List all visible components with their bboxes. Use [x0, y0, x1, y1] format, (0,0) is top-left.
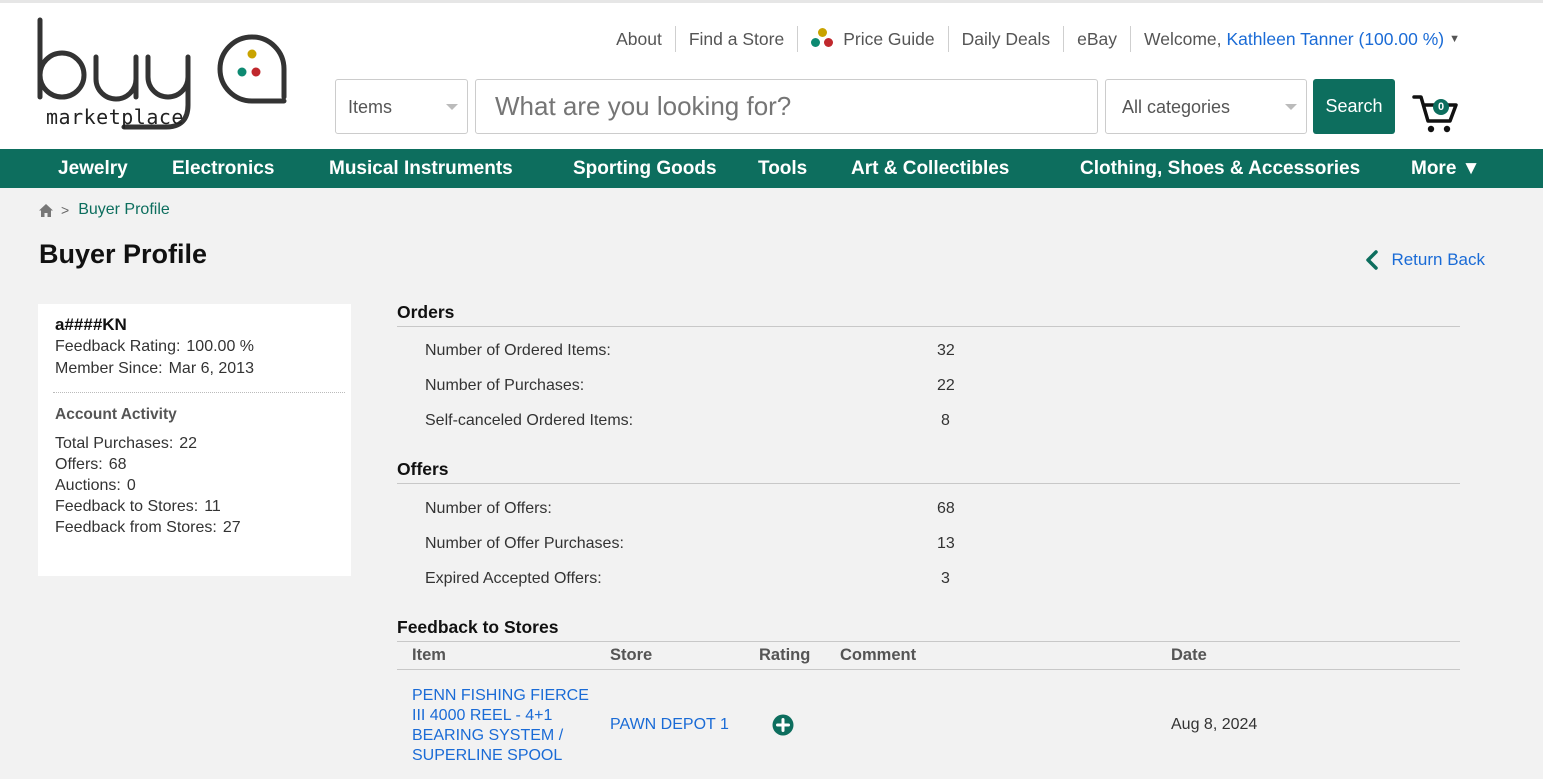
price-guide-icon — [811, 28, 835, 50]
stat-label: Number of Purchases: — [425, 377, 585, 394]
nav-musical-instruments[interactable]: Musical Instruments — [329, 149, 513, 188]
stat-value: 8 — [941, 412, 950, 429]
cart-button[interactable]: 0 — [1412, 93, 1462, 135]
card-divider — [53, 392, 345, 393]
activity-label: Feedback from Stores: — [55, 519, 217, 536]
search-input[interactable] — [475, 79, 1098, 134]
feedback-item-link[interactable]: PENN FISHING FIERCE III 4000 REEL - 4+1 … — [412, 686, 602, 766]
profile-card: a####KN Feedback Rating: 100.00 % Member … — [38, 304, 351, 576]
ebay-link[interactable]: eBay — [1063, 26, 1130, 52]
return-back-label: Return Back — [1391, 250, 1485, 269]
category-nav: Jewelry Electronics Musical Instruments … — [0, 149, 1543, 188]
search-scope-value: Items — [348, 97, 393, 117]
activity-label: Auctions: — [55, 477, 121, 494]
caret-down-icon: ▼ — [1449, 33, 1460, 45]
feedback-heading: Feedback to Stores — [397, 617, 1460, 642]
stat-label: Expired Accepted Offers: — [425, 570, 602, 587]
feedback-rating-value: 100.00 % — [186, 338, 255, 355]
table-header-divider — [397, 669, 1460, 670]
home-icon[interactable] — [38, 203, 54, 218]
nav-more[interactable]: More ▼ — [1411, 149, 1480, 188]
stat-label: Number of Ordered Items: — [425, 342, 611, 359]
price-guide-link[interactable]: Price Guide — [797, 26, 947, 52]
activity-row: Feedback from Stores: 27 — [55, 517, 334, 538]
user-name-link[interactable]: Kathleen Tanner (100.00 %) — [1227, 26, 1445, 52]
feedback-rating-label: Feedback Rating: — [55, 338, 181, 355]
find-store-link[interactable]: Find a Store — [674, 26, 797, 52]
category-select-value: All categories — [1122, 97, 1231, 117]
member-since-row: Member Since: Mar 6, 2013 — [55, 358, 334, 380]
logo-subtitle: marketplace — [46, 105, 184, 129]
activity-label: Feedback to Stores: — [55, 498, 199, 515]
activity-value: 22 — [179, 435, 198, 452]
column-header-item: Item — [412, 646, 446, 664]
member-since-value: Mar 6, 2013 — [168, 360, 254, 377]
feedback-store-link[interactable]: PAWN DEPOT 1 — [610, 716, 729, 734]
breadcrumb-separator: > — [61, 202, 70, 218]
activity-row: Feedback to Stores: 11 — [55, 496, 334, 517]
feedback-date: Aug 8, 2024 — [1171, 716, 1258, 733]
breadcrumb-current: Buyer Profile — [78, 201, 170, 218]
activity-value: 11 — [204, 498, 221, 515]
stat-value: 3 — [941, 570, 950, 587]
feedback-rating-row: Feedback Rating: 100.00 % — [55, 336, 334, 358]
activity-value: 0 — [126, 477, 136, 494]
nav-clothing-shoes-accessories[interactable]: Clothing, Shoes & Accessories — [1080, 149, 1360, 188]
activity-row: Offers: 68 — [55, 454, 334, 475]
member-since-label: Member Since: — [55, 360, 163, 377]
stat-value: 32 — [937, 342, 955, 359]
return-back-link[interactable]: Return Back — [1365, 248, 1485, 272]
about-link[interactable]: About — [603, 26, 675, 52]
category-select[interactable]: All categories — [1105, 79, 1307, 134]
welcome-menu[interactable]: Welcome, Kathleen Tanner (100.00 %) ▼ — [1130, 26, 1473, 52]
top-links: About Find a Store Price Guide Daily Dea… — [603, 25, 1473, 53]
buya-logo[interactable]: marketplace — [36, 17, 291, 135]
site-header: marketplace About Find a Store Price Gui… — [0, 0, 1543, 149]
welcome-label: Welcome, — [1144, 29, 1222, 49]
stat-value: 68 — [937, 500, 955, 517]
activity-row: Total Purchases: 22 — [55, 433, 334, 454]
page-title: Buyer Profile — [39, 239, 208, 269]
daily-deals-link[interactable]: Daily Deals — [947, 26, 1064, 52]
nav-jewelry[interactable]: Jewelry — [58, 149, 128, 188]
activity-value: 27 — [222, 519, 241, 536]
profile-username: a####KN — [55, 315, 127, 334]
activity-label: Total Purchases: — [55, 435, 174, 452]
orders-heading: Orders — [397, 302, 1460, 327]
nav-tools[interactable]: Tools — [758, 149, 807, 188]
price-guide-label: Price Guide — [843, 29, 935, 49]
dropdown-arrow-icon — [1285, 104, 1297, 110]
activity-label: Offers: — [55, 456, 103, 473]
stat-label: Number of Offer Purchases: — [425, 535, 624, 552]
dropdown-arrow-icon — [446, 104, 458, 110]
column-header-comment: Comment — [840, 646, 917, 664]
offers-heading: Offers — [397, 459, 1460, 484]
column-header-rating: Rating — [759, 646, 811, 664]
account-activity-title: Account Activity — [55, 406, 177, 423]
nav-sporting-goods[interactable]: Sporting Goods — [573, 149, 717, 188]
nav-electronics[interactable]: Electronics — [172, 149, 274, 188]
stat-value: 13 — [937, 535, 955, 552]
nav-art-collectibles[interactable]: Art & Collectibles — [851, 149, 1009, 188]
activity-row: Auctions: 0 — [55, 475, 334, 496]
stat-value: 22 — [937, 377, 955, 394]
breadcrumb: > Buyer Profile — [38, 199, 170, 221]
stat-label: Self-canceled Ordered Items: — [425, 412, 634, 429]
search-scope-select[interactable]: Items — [335, 79, 468, 134]
plus-circle-icon — [772, 714, 794, 736]
logo-dots-lower-icon — [237, 67, 261, 77]
activity-value: 68 — [108, 456, 127, 473]
column-header-store: Store — [610, 646, 653, 664]
stat-label: Number of Offers: — [425, 500, 552, 517]
column-header-date: Date — [1171, 646, 1207, 664]
chevron-left-icon — [1366, 250, 1379, 270]
cart-count-badge: 0 — [1433, 99, 1449, 115]
search-button[interactable]: Search — [1313, 79, 1395, 134]
